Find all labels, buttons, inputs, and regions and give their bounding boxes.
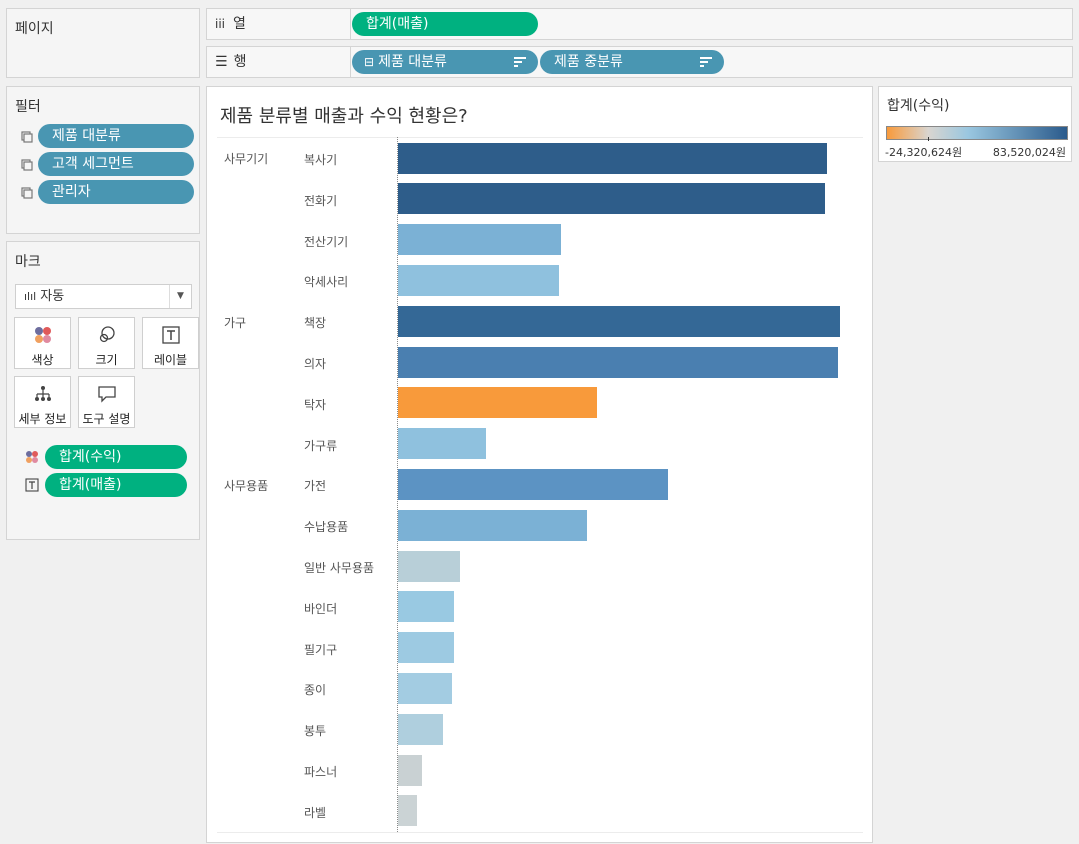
detail-icon	[34, 386, 51, 401]
subcategory-label: 봉투	[304, 724, 327, 739]
marks-panel-title: 마크	[15, 254, 41, 270]
bar[interactable]	[398, 305, 840, 337]
subcategory-label: 라벨	[304, 805, 327, 820]
chevron-down-icon[interactable]: ▼	[169, 285, 191, 308]
subcategory-label: 복사기	[304, 153, 338, 167]
color-icon	[34, 327, 51, 343]
subcategory-label: 바인더	[304, 601, 338, 616]
marks-panel[interactable]: 마크 ılıl 자동 ▼ 색상 크기 레이블 세부 정보 도구 설명 합계(수익)…	[6, 241, 200, 540]
legend-color-ramp	[886, 126, 1068, 140]
viz-area[interactable]: 제품 분류별 매출과 수익 현황은? 사무기기 가구 사무용품 복사기 전화기 전산…	[206, 86, 873, 843]
tooltip-icon	[97, 386, 116, 403]
filters-panel-title: 필터	[15, 99, 41, 115]
bar[interactable]	[398, 264, 559, 296]
subcategory-label: 수납용품	[304, 520, 349, 535]
columns-shelf-label: iii 열	[207, 9, 351, 39]
bar[interactable]	[398, 387, 598, 419]
subcategory-label: 책장	[304, 316, 327, 331]
subcategory-label: 전산기기	[304, 234, 349, 249]
subcategory-label: 탁자	[304, 397, 327, 412]
legend-title: 합계(수익)	[887, 98, 950, 114]
filter-pill-manager[interactable]: 관리자	[38, 180, 194, 204]
subcategory-label: 전화기	[304, 193, 338, 208]
bar[interactable]	[398, 509, 587, 541]
bar[interactable]	[398, 224, 562, 256]
columns-shelf[interactable]: iii 열 합계(매출)	[206, 8, 1073, 40]
sort-icon	[700, 57, 712, 67]
marks-field-sales[interactable]: 합계(매출)	[23, 473, 193, 497]
marks-pill-sales[interactable]: 합계(매출)	[45, 473, 187, 497]
marks-field-profit[interactable]: 합계(수익)	[23, 445, 193, 469]
subcategory-label: 필기구	[304, 642, 338, 657]
mark-type-dropdown[interactable]: ılıl 자동 ▼	[15, 284, 192, 309]
pages-panel[interactable]: 페이지	[6, 8, 200, 78]
bar[interactable]	[398, 550, 461, 582]
subcategory-label: 가구류	[304, 438, 338, 453]
bar-chart: 복사기전화기전산기기악세사리책장의자탁자가구류가전수납용품일반 사무용품바인더필…	[207, 87, 872, 842]
filter-pill-segment[interactable]: 고객 세그먼트	[38, 152, 194, 176]
sort-icon	[514, 57, 526, 67]
text-icon	[25, 478, 39, 492]
rows-shelf-label: ☰ 행	[207, 47, 351, 77]
bar[interactable]	[398, 754, 422, 786]
subcategory-label: 파스너	[304, 765, 338, 779]
bar[interactable]	[398, 142, 827, 174]
bar[interactable]	[398, 346, 838, 378]
rows-shelf[interactable]: ☰ 행 ⊟ 제품 대분류 제품 중분류	[206, 46, 1073, 78]
bar[interactable]	[398, 632, 454, 664]
rows-pill-subcategory[interactable]: 제품 중분류	[540, 50, 724, 74]
bar[interactable]	[398, 795, 418, 827]
filter-icon	[21, 159, 33, 171]
bar[interactable]	[398, 672, 452, 704]
bar[interactable]	[398, 591, 454, 623]
size-icon	[99, 326, 115, 343]
subcategory-label: 일반 사무용품	[304, 561, 375, 575]
text-icon	[161, 326, 180, 344]
legend-max-label: 83,520,024원	[992, 146, 1066, 159]
filter-icon	[21, 131, 33, 143]
legend-zero-tick	[928, 137, 929, 141]
filters-panel[interactable]: 필터 제품 대분류 고객 세그먼트 관리자	[6, 86, 200, 234]
size-button[interactable]: 크기	[78, 317, 135, 369]
bar[interactable]	[398, 183, 825, 215]
bar-chart-icon: ılıl	[24, 290, 37, 303]
rows-icon: ☰	[215, 54, 228, 70]
color-icon	[26, 451, 38, 463]
label-button[interactable]: 레이블	[142, 317, 199, 369]
legend-min-label: -24,320,624원	[885, 146, 963, 159]
detail-button[interactable]: 세부 정보	[14, 376, 71, 428]
columns-icon: iii	[215, 17, 226, 31]
subcategory-label: 가전	[304, 479, 327, 494]
bar[interactable]	[398, 468, 669, 500]
rows-pill-category[interactable]: ⊟ 제품 대분류	[352, 50, 538, 74]
tooltip-button[interactable]: 도구 설명	[78, 376, 135, 428]
collapse-icon: ⊟	[364, 55, 375, 69]
filter-pill-category[interactable]: 제품 대분류	[38, 124, 194, 148]
filter-icon	[21, 187, 33, 199]
bar[interactable]	[398, 713, 444, 745]
columns-pill-sales[interactable]: 합계(매출)	[352, 12, 538, 36]
bar[interactable]	[398, 428, 486, 460]
color-legend[interactable]: 합계(수익) -24,320,624원 83,520,024원	[878, 86, 1072, 162]
subcategory-label: 의자	[304, 357, 327, 371]
subcategory-label: 악세사리	[304, 275, 349, 290]
marks-pill-profit[interactable]: 합계(수익)	[45, 445, 187, 469]
color-button[interactable]: 색상	[14, 317, 71, 369]
pages-panel-title: 페이지	[15, 21, 54, 37]
subcategory-label: 종이	[304, 683, 327, 698]
